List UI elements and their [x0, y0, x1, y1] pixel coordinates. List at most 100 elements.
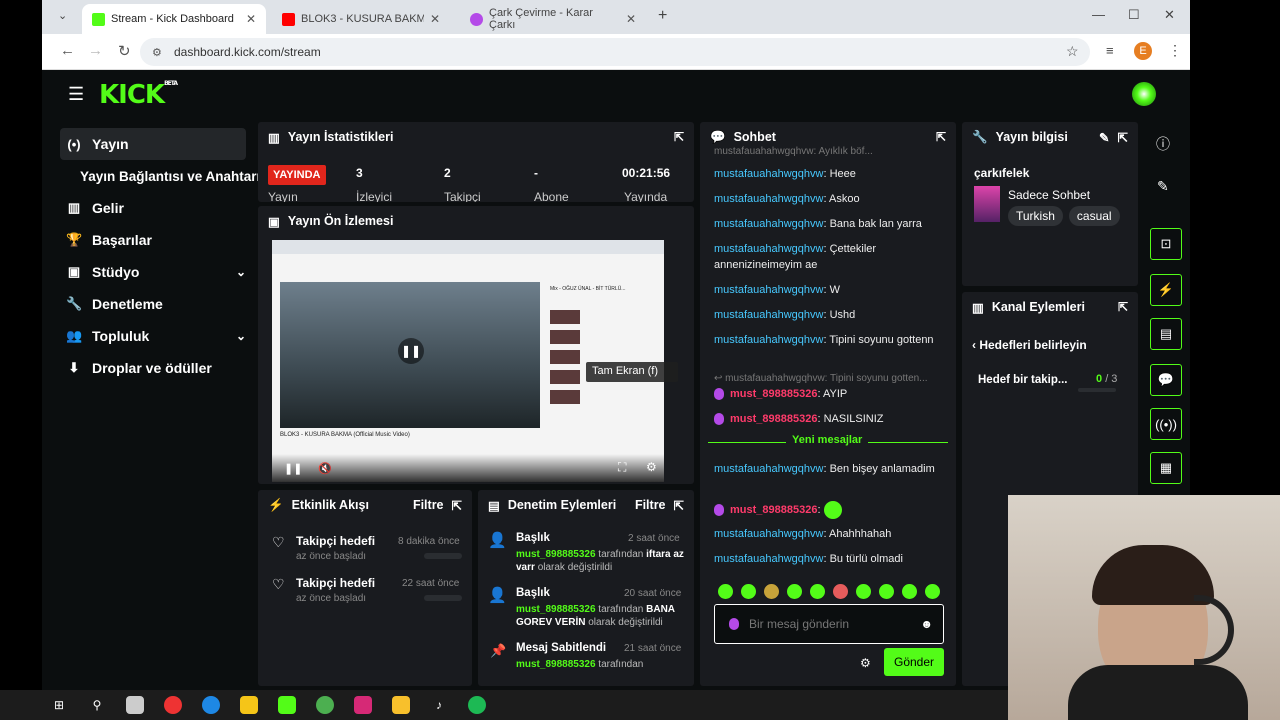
chat-username[interactable]: mustafauahahwgqhvw — [714, 168, 823, 180]
chat-username[interactable]: mustafauahahwgqhvw — [714, 284, 823, 296]
popout-icon[interactable]: ⇱ — [1118, 300, 1128, 314]
chat-username[interactable]: mustafauahahwgqhvw — [714, 218, 823, 230]
emote-icon[interactable] — [902, 584, 917, 599]
hamburger-menu-icon[interactable]: ☰ — [68, 84, 84, 105]
popout-icon[interactable]: ⇱ — [936, 130, 946, 144]
send-button[interactable]: Gönder — [884, 648, 944, 676]
settings-gear-icon[interactable]: ⚙ — [646, 460, 657, 474]
popout-icon[interactable]: ⇱ — [1118, 130, 1128, 145]
user-avatar[interactable] — [1132, 82, 1156, 106]
windows-start-icon[interactable]: ⊞ — [50, 696, 68, 714]
webcam-overlay — [1008, 495, 1280, 720]
sidebar-item-basarilar[interactable]: 🏆 Başarılar — [60, 224, 246, 256]
kick-logo[interactable]: KICKBETA — [99, 80, 178, 110]
sidebar-item-denetleme[interactable]: 🔧 Denetleme — [60, 288, 246, 320]
activity-sub: az önce başladı — [296, 593, 367, 604]
obs-icon[interactable] — [164, 696, 182, 714]
browser-menu-icon[interactable]: ⋮ — [1168, 42, 1182, 59]
emote-icon[interactable] — [810, 584, 825, 599]
vector-app-icon[interactable] — [278, 696, 296, 714]
tab-youtube[interactable]: BLOK3 - KUSURA BAKMA (Offici ✕ — [272, 4, 450, 34]
chat-settings-gear-icon[interactable]: ⚙ — [860, 656, 871, 670]
maximize-icon[interactable]: ☐ — [1128, 7, 1140, 23]
emote-icon[interactable] — [741, 584, 756, 599]
store-icon[interactable] — [126, 696, 144, 714]
close-tab-icon[interactable]: ✕ — [626, 12, 636, 26]
search-icon[interactable]: ⚲ — [88, 696, 106, 714]
window-close-icon[interactable]: ✕ — [1164, 7, 1175, 23]
chat-username[interactable]: mustafauahahwgqhvw — [714, 193, 823, 205]
emote-icon[interactable] — [856, 584, 871, 599]
filter-button[interactable]: Filtre — [413, 498, 444, 512]
media-control-icon[interactable]: ≡ — [1106, 43, 1114, 58]
minimize-icon[interactable]: — — [1092, 7, 1105, 22]
sidebar-item-topluluk[interactable]: 👥 Topluluk ⌄ — [60, 320, 246, 352]
chat-username[interactable]: mustafauahahwgqhvw — [714, 528, 823, 540]
mute-icon[interactable]: 🔇 — [318, 462, 332, 475]
url-field[interactable]: dashboard.kick.com/stream — [140, 38, 1090, 66]
lightning-icon[interactable]: ⚡ — [1150, 274, 1182, 306]
back-arrow-icon[interactable]: ← — [60, 42, 75, 59]
chat-message: mustafauahahwgqhvw: Çettekiler annenizin… — [714, 243, 877, 271]
new-tab-plus-icon[interactable]: + — [658, 7, 667, 25]
popout-icon[interactable]: ⇱ — [674, 130, 684, 144]
chat-message: mustafauahahwgqhvw: Ahahhhahah — [714, 528, 892, 540]
file-explorer-icon[interactable] — [240, 696, 258, 714]
instagram-icon[interactable] — [354, 696, 372, 714]
profile-avatar[interactable]: E — [1134, 42, 1152, 60]
bookmark-star-icon[interactable]: ☆ — [1066, 43, 1079, 60]
chat-username[interactable]: must_898885326 — [730, 413, 817, 425]
document-icon[interactable]: ▤ — [1150, 318, 1182, 350]
pause-icon[interactable]: ❚❚ — [398, 338, 424, 364]
sidebar-item-gelir[interactable]: ▥ Gelir — [60, 192, 246, 224]
chat-input[interactable]: Bir mesaj gönderin ☻ — [714, 604, 944, 644]
sidebar-item-droplar[interactable]: ⬇ Droplar ve ödüller — [60, 352, 246, 384]
info-icon[interactable]: ⓘ — [1156, 134, 1170, 154]
chat-username[interactable]: mustafauahahwgqhvw — [714, 463, 823, 475]
screenshot-icon[interactable]: ⊡ — [1150, 228, 1182, 260]
sidebar-item-yayin[interactable]: (•) Yayın — [60, 128, 246, 160]
tab-kick-dashboard[interactable]: Stream - Kick Dashboard ✕ — [82, 4, 266, 34]
tab-wheel[interactable]: Çark Çevirme - Karar Çarkı ✕ — [460, 4, 646, 34]
preview-video[interactable]: ❚❚ BLOK3 - KUSURA BAKMA (Official Music … — [272, 240, 664, 482]
edit-pencil-icon[interactable]: ✎ — [1157, 178, 1169, 195]
moderation-icon: ▤ — [488, 498, 500, 513]
fullscreen-icon[interactable]: ⛶ — [618, 460, 626, 475]
sidebar-item-stream-key[interactable]: Yayın Bağlantısı ve Anahtarı — [60, 160, 270, 192]
chat-username[interactable]: mustafauahahwgqhvw — [714, 243, 823, 255]
emote-icon[interactable] — [787, 584, 802, 599]
tab-list-chevron-icon[interactable]: ⌄ — [58, 9, 67, 22]
chat-username[interactable]: mustafauahahwgqhvw — [714, 334, 823, 346]
emote-icon[interactable] — [925, 584, 940, 599]
chrome-icon[interactable] — [316, 696, 334, 714]
popout-icon[interactable]: ⇱ — [452, 498, 462, 513]
edit-pencil-icon[interactable]: ✎ — [1099, 130, 1109, 145]
layout-icon[interactable]: ▦ — [1150, 452, 1182, 484]
reload-icon[interactable]: ↻ — [118, 42, 131, 60]
goals-back-link[interactable]: ‹ Hedefleri belirleyin — [972, 338, 1087, 352]
spotify-icon[interactable] — [468, 696, 486, 714]
emote-icon[interactable] — [764, 584, 779, 599]
filter-button[interactable]: Filtre — [635, 498, 666, 512]
pause-control-icon[interactable]: ❚❚ — [284, 462, 302, 475]
emoji-icon[interactable]: ☻ — [920, 617, 933, 631]
broadcast-icon[interactable]: ((•)) — [1150, 408, 1182, 440]
emote-icon[interactable] — [833, 584, 848, 599]
sidebar-item-studyo[interactable]: ▣ Stüdyo ⌄ — [60, 256, 246, 288]
edge-icon[interactable] — [202, 696, 220, 714]
chat-username[interactable]: mustafauahahwgqhvw — [714, 553, 823, 565]
chat-username[interactable]: must_898885326 — [730, 504, 817, 516]
site-info-icon[interactable]: ⚙ — [152, 46, 162, 59]
emote-icon[interactable] — [879, 584, 894, 599]
chat-username[interactable]: mustafauahahwgqhvw — [714, 309, 823, 321]
close-tab-icon[interactable]: ✕ — [246, 12, 256, 26]
game-app-icon[interactable] — [392, 696, 410, 714]
popout-icon[interactable]: ⇱ — [674, 498, 684, 513]
emote-icon[interactable] — [718, 584, 733, 599]
tiktok-icon[interactable]: ♪ — [430, 696, 448, 714]
chat-bubble-icon[interactable]: 💬 — [1150, 364, 1182, 396]
close-tab-icon[interactable]: ✕ — [430, 12, 440, 26]
forward-arrow-icon[interactable]: → — [88, 42, 103, 59]
chat-username[interactable]: must_898885326 — [730, 388, 817, 400]
chat-text: Askoo — [828, 193, 860, 205]
